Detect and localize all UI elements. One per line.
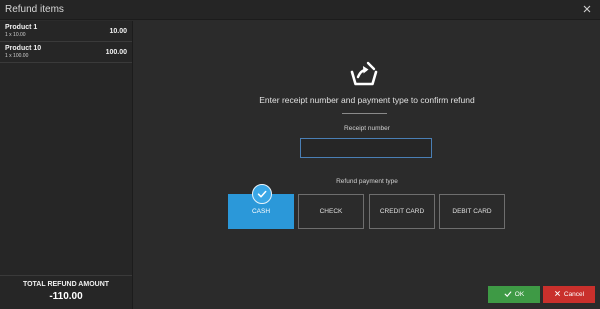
ok-button[interactable]: OK xyxy=(488,286,540,303)
payment-type-label: Refund payment type xyxy=(336,178,398,185)
payment-check-button[interactable]: CHECK xyxy=(298,194,364,229)
payment-credit-card-button[interactable]: CREDIT CARD xyxy=(369,194,435,229)
refund-items-panel: Product 1 1 x 10.00 10.00 Product 10 1 x… xyxy=(0,21,133,309)
refund-instruction: Enter receipt number and payment type to… xyxy=(259,95,475,105)
receipt-number-label: Receipt number xyxy=(344,125,390,132)
checkmark-icon xyxy=(252,184,272,204)
cancel-label: Cancel xyxy=(563,291,585,298)
refund-basket-icon xyxy=(349,59,379,89)
refund-confirm-panel: Enter receipt number and payment type to… xyxy=(134,21,600,309)
list-item[interactable]: Product 1 1 x 10.00 10.00 xyxy=(0,21,132,42)
list-item[interactable]: Product 10 1 x 100.00 100.00 xyxy=(0,42,132,63)
cancel-button[interactable]: Cancel xyxy=(543,286,595,303)
receipt-number-input[interactable] xyxy=(300,138,432,158)
total-refund-label: TOTAL REFUND AMOUNT xyxy=(22,281,110,288)
payment-debit-card-button[interactable]: DEBIT CARD xyxy=(439,194,505,229)
total-refund-box: TOTAL REFUND AMOUNT -110.00 xyxy=(0,275,132,309)
ok-label: OK xyxy=(514,291,525,298)
title-bar: Refund items xyxy=(0,0,600,20)
item-total: 100.00 xyxy=(105,49,127,56)
close-icon[interactable] xyxy=(580,2,594,16)
check-icon xyxy=(504,290,512,300)
window-title: Refund items xyxy=(5,4,64,15)
item-total: 10.00 xyxy=(109,28,127,35)
total-refund-value: -110.00 xyxy=(49,291,83,302)
close-icon xyxy=(554,290,561,299)
divider xyxy=(342,113,387,114)
